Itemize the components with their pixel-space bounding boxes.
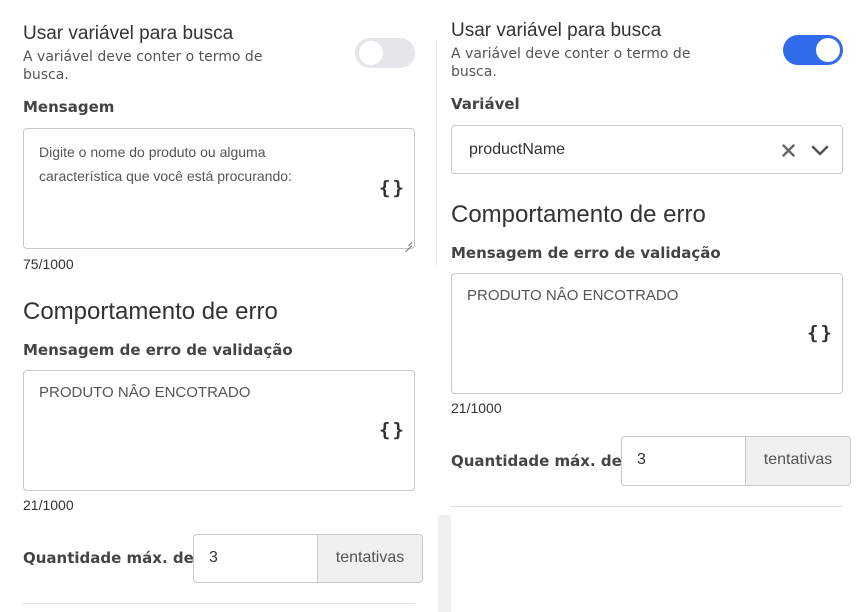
variable-label: Variável [451, 95, 520, 113]
left-bottom-divider [23, 603, 415, 604]
message-label: Mensagem [23, 98, 115, 116]
error-message-textarea[interactable]: PRODUTO NÂO ENCOTRADO {} [451, 273, 843, 394]
search-variable-toggle-title: Usar variável para busca [451, 20, 662, 41]
curly-braces-icon[interactable]: {} [807, 322, 834, 344]
max-attempts-suffix: tentativas [318, 534, 423, 583]
error-message-counter: 21/1000 [23, 497, 74, 513]
resize-handle-icon[interactable] [404, 238, 412, 246]
curly-braces-icon[interactable]: {} [379, 419, 406, 441]
curly-braces-icon[interactable]: {} [379, 177, 406, 199]
right-bottom-divider [451, 506, 843, 507]
max-attempts-label: Quantidade máx. de: [23, 549, 200, 567]
search-variable-toggle[interactable] [355, 38, 415, 68]
max-attempts-input[interactable]: 3 [193, 534, 318, 583]
toggle-knob [359, 41, 383, 65]
toggle-knob [816, 38, 840, 62]
max-attempts-input[interactable]: 3 [621, 436, 746, 486]
variable-select[interactable]: productName [451, 125, 843, 174]
search-variable-toggle-title: Usar variável para busca [23, 23, 234, 44]
error-section-title: Comportamento de erro [23, 298, 278, 325]
search-variable-toggle-description: A variável deve conter o termo de busca. [23, 49, 263, 83]
message-counter: 75/1000 [23, 256, 74, 272]
left-panel: Usar variável para busca A variável deve… [0, 0, 436, 612]
chevron-down-icon[interactable] [811, 145, 829, 156]
error-section-title: Comportamento de erro [451, 201, 706, 228]
error-message-label: Mensagem de erro de validação [23, 341, 293, 359]
search-variable-toggle-description: A variável deve conter o termo de busca. [451, 46, 691, 80]
message-textarea[interactable]: Digite o nome do produto ou alguma carac… [23, 128, 415, 249]
max-attempts-label: Quantidade máx. de: [451, 452, 628, 470]
right-panel: Usar variável para busca A variável deve… [437, 0, 858, 612]
search-variable-toggle[interactable] [783, 35, 843, 65]
max-attempts-suffix: tentativas [746, 436, 851, 486]
variable-selected-value: productName [469, 141, 566, 158]
error-message-textarea[interactable]: PRODUTO NÂO ENCOTRADO {} [23, 370, 415, 491]
error-message-label: Mensagem de erro de validação [451, 244, 721, 262]
error-message-text: PRODUTO NÂO ENCOTRADO [39, 384, 251, 401]
error-message-text: PRODUTO NÂO ENCOTRADO [467, 287, 679, 304]
message-text: Digite o nome do produto ou alguma carac… [39, 144, 292, 184]
close-icon[interactable] [782, 144, 795, 157]
error-message-counter: 21/1000 [451, 400, 502, 416]
